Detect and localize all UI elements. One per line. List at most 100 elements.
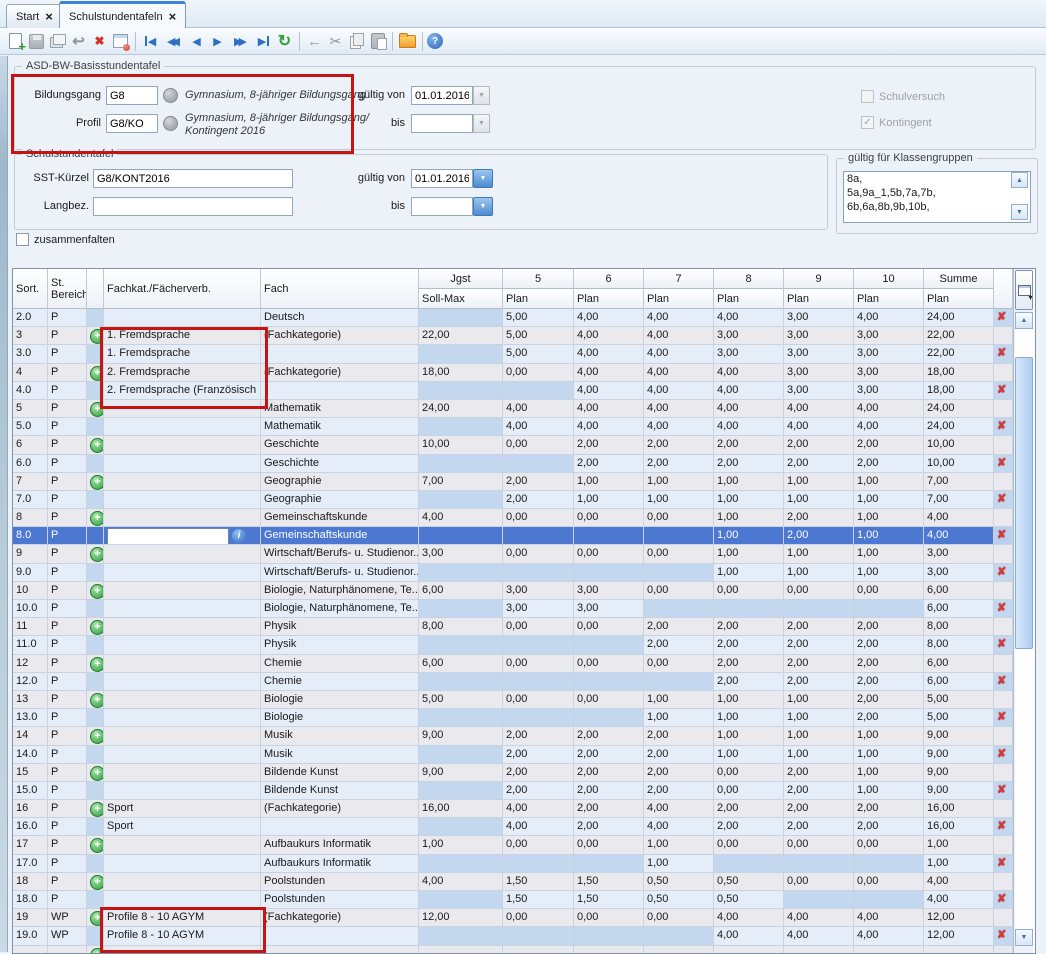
cell-value[interactable]: 8,00 (924, 618, 994, 636)
cell-value[interactable]: 3,00 (784, 327, 854, 345)
cell-value[interactable]: 9,00 (924, 746, 994, 764)
cell-value[interactable]: 2,00 (854, 618, 924, 636)
cell-bereich[interactable]: P (48, 473, 87, 491)
cell-value[interactable]: 2,00 (714, 436, 784, 454)
cell-fachkat[interactable] (104, 691, 261, 709)
cell-value[interactable]: 0,00 (714, 782, 784, 800)
tab-schulstundentafeln[interactable]: Schulstundentafeln × (59, 1, 186, 30)
delete-row-icon[interactable]: ✘ (997, 927, 1006, 943)
cell-fach[interactable]: Wirtschaft/Berufs- u. Studienor... (261, 545, 419, 563)
cell-value[interactable]: 9,00 (419, 764, 503, 782)
cell-value[interactable]: 2,00 (784, 764, 854, 782)
delete-row-icon[interactable]: ✘ (997, 455, 1006, 471)
cell-value[interactable]: 4,00 (714, 309, 784, 327)
cell-value[interactable]: 0,00 (503, 509, 574, 527)
table-scroll-thumb[interactable] (1015, 357, 1033, 649)
cell-value[interactable]: 2,00 (854, 800, 924, 818)
cell-value[interactable]: 4,00 (924, 509, 994, 527)
sst-gueltig-von-dropdown[interactable]: ▼ (473, 169, 493, 188)
cell-value[interactable]: 10,00 (924, 455, 994, 473)
cell-value[interactable]: 10,00 (924, 436, 994, 454)
cell-value[interactable] (419, 927, 503, 945)
cell-sort[interactable]: 14.0 (13, 746, 48, 764)
cell-value[interactable]: 1,00 (854, 473, 924, 491)
kontingent-checkbox-box[interactable]: ✓ (861, 116, 874, 129)
cell-value[interactable]: 3,00 (714, 327, 784, 345)
add-subject-icon[interactable]: + (90, 329, 104, 344)
cell-value[interactable]: 3,00 (784, 382, 854, 400)
cell-value[interactable]: 4,00 (419, 509, 503, 527)
cell-fachkat[interactable]: i (104, 527, 261, 545)
cell-fachkat[interactable] (104, 600, 261, 618)
cell-bereich[interactable]: P (48, 400, 87, 418)
table-scroll-up-icon[interactable]: ▲ (1015, 312, 1033, 329)
cell-value[interactable]: 0,00 (503, 436, 574, 454)
cell-value[interactable]: 2,00 (574, 764, 644, 782)
cell-fachkat[interactable] (104, 673, 261, 691)
add-subject-icon[interactable]: + (90, 875, 104, 890)
cell-value[interactable]: 4,00 (503, 418, 574, 436)
cell-value[interactable] (644, 600, 714, 618)
cell-value[interactable] (714, 855, 784, 873)
cell-value[interactable]: 2,00 (784, 636, 854, 654)
cell-fach[interactable] (261, 345, 419, 363)
cell-fach[interactable]: Poolstunden (261, 891, 419, 909)
cell-sort[interactable]: 3 (13, 327, 48, 345)
cell-value[interactable]: 0,00 (574, 618, 644, 636)
cell-bereich[interactable]: P (48, 618, 87, 636)
cell-value[interactable]: 4,00 (784, 400, 854, 418)
cell-value[interactable]: 22,00 (924, 327, 994, 345)
basis-gueltig-von-field[interactable] (411, 86, 473, 105)
cell-value[interactable]: 3,00 (854, 364, 924, 382)
cell-value[interactable] (503, 382, 574, 400)
cell-value[interactable]: 4,00 (574, 382, 644, 400)
cell-bereich[interactable]: P (48, 364, 87, 382)
cell-value[interactable]: 4,00 (574, 345, 644, 363)
cell-value[interactable]: 5,00 (924, 709, 994, 727)
cell-value[interactable]: 1,00 (854, 564, 924, 582)
cell-value[interactable]: 9,00 (924, 727, 994, 745)
cell-bereich[interactable]: P (48, 855, 87, 873)
cell-bereich[interactable]: P (48, 764, 87, 782)
add-subject-icon[interactable]: + (90, 438, 104, 453)
cell-value[interactable]: 0,00 (574, 655, 644, 673)
cell-value[interactable]: 3,00 (714, 345, 784, 363)
cell-value[interactable]: 3,00 (503, 582, 574, 600)
cell-fachkat[interactable] (104, 473, 261, 491)
cell-fach[interactable]: Biologie (261, 691, 419, 709)
cell-value[interactable]: 5,00 (419, 691, 503, 709)
cell-value[interactable]: 1,00 (784, 709, 854, 727)
cell-value[interactable]: 4,00 (644, 818, 714, 836)
cell-value[interactable]: 3,00 (784, 309, 854, 327)
cell-fachkat[interactable] (104, 782, 261, 800)
cell-value[interactable]: 2,00 (784, 800, 854, 818)
basis-bis-field[interactable] (411, 114, 473, 133)
cell-value[interactable]: 4,00 (644, 800, 714, 818)
cell-fachkat[interactable] (104, 636, 261, 654)
cell-value[interactable]: 2,00 (503, 746, 574, 764)
cell-fach[interactable]: Musik (261, 727, 419, 745)
cell-fach[interactable]: Mathematik (261, 418, 419, 436)
cell-value[interactable]: 4,00 (644, 400, 714, 418)
cell-value[interactable]: 3,00 (419, 545, 503, 563)
cell-fachkat[interactable] (104, 746, 261, 764)
cell-value[interactable]: 1,50 (503, 891, 574, 909)
save-record-icon[interactable] (26, 31, 47, 51)
cell-value[interactable]: 1,00 (714, 473, 784, 491)
cell-value[interactable]: 4,00 (714, 400, 784, 418)
cell-value[interactable]: 0,00 (503, 836, 574, 854)
cell-value[interactable] (503, 527, 574, 545)
cell-value[interactable]: 4,00 (644, 364, 714, 382)
add-subject-icon[interactable]: + (90, 911, 104, 926)
cell-value[interactable]: 4,00 (854, 400, 924, 418)
cell-value[interactable]: 1,00 (784, 746, 854, 764)
cell-value[interactable]: 3,00 (784, 345, 854, 363)
cell-fachkat[interactable] (104, 709, 261, 727)
cell-value[interactable]: 7,00 (924, 491, 994, 509)
cell-value[interactable]: 0,00 (503, 618, 574, 636)
cell-fachkat[interactable] (104, 309, 261, 327)
cell-value[interactable] (854, 855, 924, 873)
tab-schulstundentafeln-close-icon[interactable]: × (169, 12, 177, 22)
cell-fachkat[interactable]: Sport (104, 818, 261, 836)
cell-sort[interactable]: 2.0 (13, 309, 48, 327)
